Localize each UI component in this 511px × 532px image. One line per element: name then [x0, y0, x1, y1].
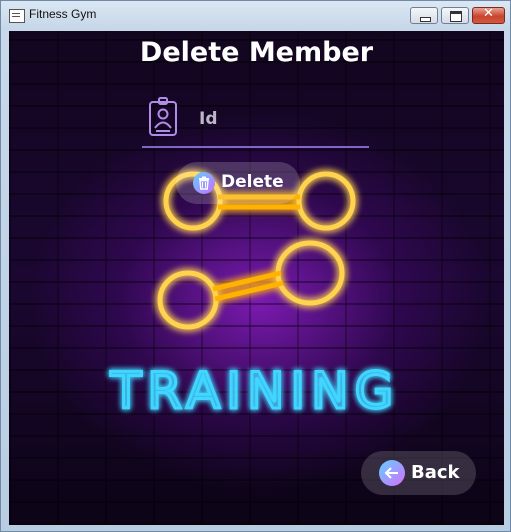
delete-button[interactable]: Delete	[176, 162, 300, 204]
id-input-underline	[142, 146, 369, 148]
page-title: Delete Member	[139, 37, 374, 68]
main-panel: TRAINING Delete Member Id Delete Back	[9, 31, 504, 525]
id-badge-icon	[149, 97, 177, 136]
minimize-button[interactable]	[410, 7, 438, 24]
close-icon: ✕	[483, 6, 494, 21]
app-window: Fitness Gym ✕ TRAINING Delete Member Id …	[0, 0, 511, 532]
window-title: Fitness Gym	[29, 7, 97, 21]
back-button-label: Back	[411, 462, 460, 483]
training-neon-text: TRAINING	[110, 362, 400, 420]
minimize-icon	[420, 17, 431, 22]
id-input[interactable]	[189, 103, 394, 135]
maximize-button[interactable]	[441, 7, 469, 24]
title-bar[interactable]: Fitness Gym ✕	[1, 1, 510, 29]
arrow-left-icon	[379, 460, 405, 486]
back-button[interactable]: Back	[361, 451, 476, 495]
dumbbell-bottom-icon	[157, 240, 345, 330]
delete-button-label: Delete	[221, 172, 284, 192]
maximize-icon	[450, 11, 462, 22]
trash-icon	[193, 172, 215, 194]
app-icon	[9, 9, 25, 23]
close-button[interactable]: ✕	[472, 6, 505, 24]
